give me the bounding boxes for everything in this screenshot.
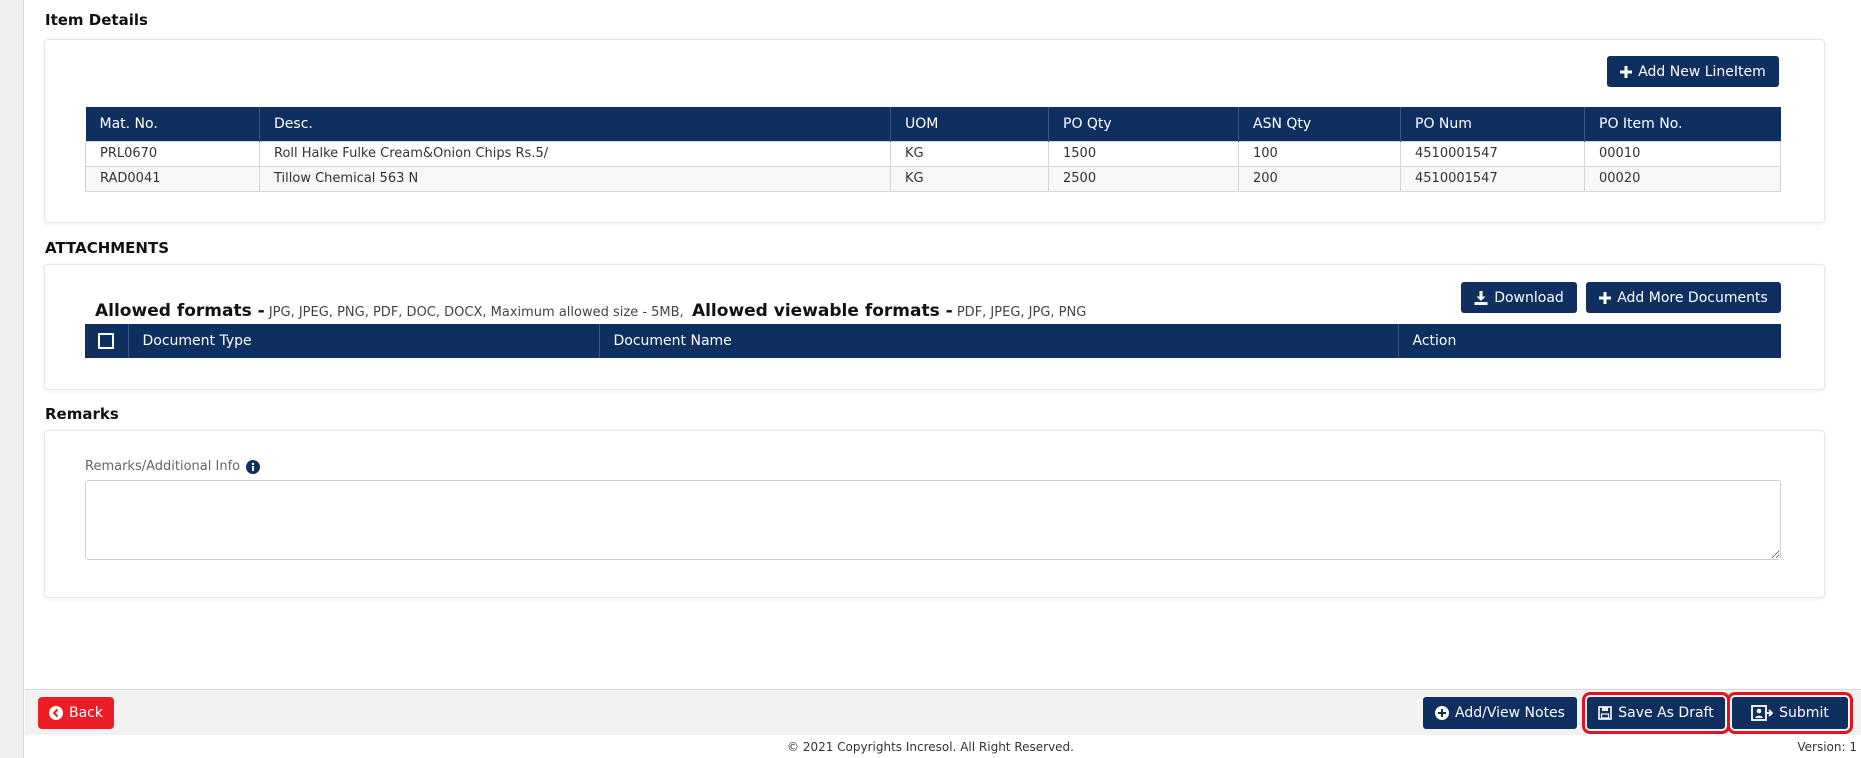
allowed-formats-values: JPG, JPEG, PNG, PDF, DOC, DOCX, Maximum … [268, 305, 684, 320]
cell-asn-qty: 100 [1238, 140, 1401, 167]
save-as-draft-button[interactable]: Save As Draft [1582, 692, 1730, 734]
col-action[interactable]: Action [1398, 324, 1781, 358]
footer-action-bar: Back Add/View Notes Save As Draft Submit [25, 689, 1861, 735]
viewable-formats-label: Allowed viewable formats - [691, 301, 953, 321]
cell-uom: KG [890, 140, 1049, 167]
item-details-card: Add New LineItem Mat. No. Desc. UOM PO Q… [44, 39, 1825, 223]
cell-asn-qty: 200 [1238, 165, 1401, 192]
cell-po-item-no: 00020 [1584, 165, 1781, 192]
left-rail [0, 0, 24, 758]
remarks-title: Remarks [45, 405, 119, 423]
submit-label: Submit [1779, 705, 1829, 721]
plus-circle-icon [1435, 706, 1450, 720]
remarks-label-text: Remarks/Additional Info [85, 459, 241, 474]
table-row: PRL0670 Roll Halke Fulke Cream&Onion Chi… [85, 140, 1781, 167]
col-po-item-no[interactable]: PO Item No. [1584, 107, 1781, 141]
cell-mat-no: PRL0670 [85, 140, 260, 167]
col-mat-no[interactable]: Mat. No. [85, 107, 260, 141]
cell-po-num: 4510001547 [1400, 140, 1585, 167]
plus-icon [1599, 291, 1612, 304]
add-view-notes-label: Add/View Notes [1455, 705, 1565, 721]
item-table: Mat. No. Desc. UOM PO Qty ASN Qty PO Num… [85, 107, 1781, 192]
cell-po-item-no: 00010 [1584, 140, 1781, 167]
cell-mat-no: RAD0041 [85, 165, 260, 192]
attachments-card: Allowed formats - JPG, JPEG, PNG, PDF, D… [44, 264, 1825, 390]
allowed-formats-label: Allowed formats - [95, 301, 265, 321]
col-asn-qty[interactable]: ASN Qty [1238, 107, 1401, 141]
col-document-name[interactable]: Document Name [599, 324, 1399, 358]
allowed-formats-text: Allowed formats - JPG, JPEG, PNG, PDF, D… [95, 301, 1086, 321]
add-more-documents-button[interactable]: Add More Documents [1586, 282, 1781, 313]
item-details-title: Item Details [45, 11, 148, 29]
cell-uom: KG [890, 165, 1049, 192]
select-all-checkbox[interactable] [98, 333, 114, 349]
download-label: Download [1494, 289, 1564, 306]
download-icon [1474, 290, 1488, 305]
col-po-num[interactable]: PO Num [1400, 107, 1585, 141]
remarks-card: Remarks/Additional Info [44, 430, 1825, 598]
cell-po-qty: 1500 [1048, 140, 1239, 167]
copyright-text: © 2021 Copyrights Incresol. All Right Re… [787, 740, 1074, 754]
cell-po-qty: 2500 [1048, 165, 1239, 192]
remarks-label: Remarks/Additional Info [85, 459, 261, 474]
table-row: RAD0041 Tillow Chemical 563 N KG 2500 20… [85, 165, 1781, 192]
back-button[interactable]: Back [38, 697, 114, 729]
add-new-lineitem-button[interactable]: Add New LineItem [1607, 56, 1779, 87]
save-as-draft-label: Save As Draft [1618, 705, 1714, 721]
cell-po-num: 4510001547 [1400, 165, 1585, 192]
submit-button[interactable]: Submit [1727, 692, 1853, 734]
version-text: Version: 1 [1797, 740, 1857, 754]
documents-table-header: Document Type Document Name Action [85, 324, 1781, 358]
attachments-title: ATTACHMENTS [45, 239, 170, 257]
add-new-lineitem-label: Add New LineItem [1638, 63, 1766, 80]
documents-table: Document Type Document Name Action [85, 324, 1781, 358]
add-more-documents-label: Add More Documents [1617, 289, 1768, 306]
cell-desc: Tillow Chemical 563 N [259, 165, 891, 192]
download-button[interactable]: Download [1461, 282, 1577, 313]
submit-icon [1751, 705, 1774, 721]
cell-desc: Roll Halke Fulke Cream&Onion Chips Rs.5/ [259, 140, 891, 167]
plus-icon [1620, 65, 1633, 78]
item-table-header: Mat. No. Desc. UOM PO Qty ASN Qty PO Num… [85, 107, 1781, 141]
col-desc[interactable]: Desc. [259, 107, 891, 141]
arrow-circle-left-icon [49, 706, 63, 720]
col-document-type[interactable]: Document Type [128, 324, 600, 358]
save-icon [1598, 706, 1613, 720]
select-all-cell [85, 324, 129, 358]
add-view-notes-button[interactable]: Add/View Notes [1423, 697, 1577, 729]
info-icon[interactable] [246, 459, 261, 474]
back-label: Back [69, 705, 103, 721]
viewable-formats-values: PDF, JPEG, JPG, PNG [956, 305, 1087, 320]
remarks-textarea[interactable] [85, 480, 1781, 560]
col-po-qty[interactable]: PO Qty [1048, 107, 1239, 141]
col-uom[interactable]: UOM [890, 107, 1049, 141]
